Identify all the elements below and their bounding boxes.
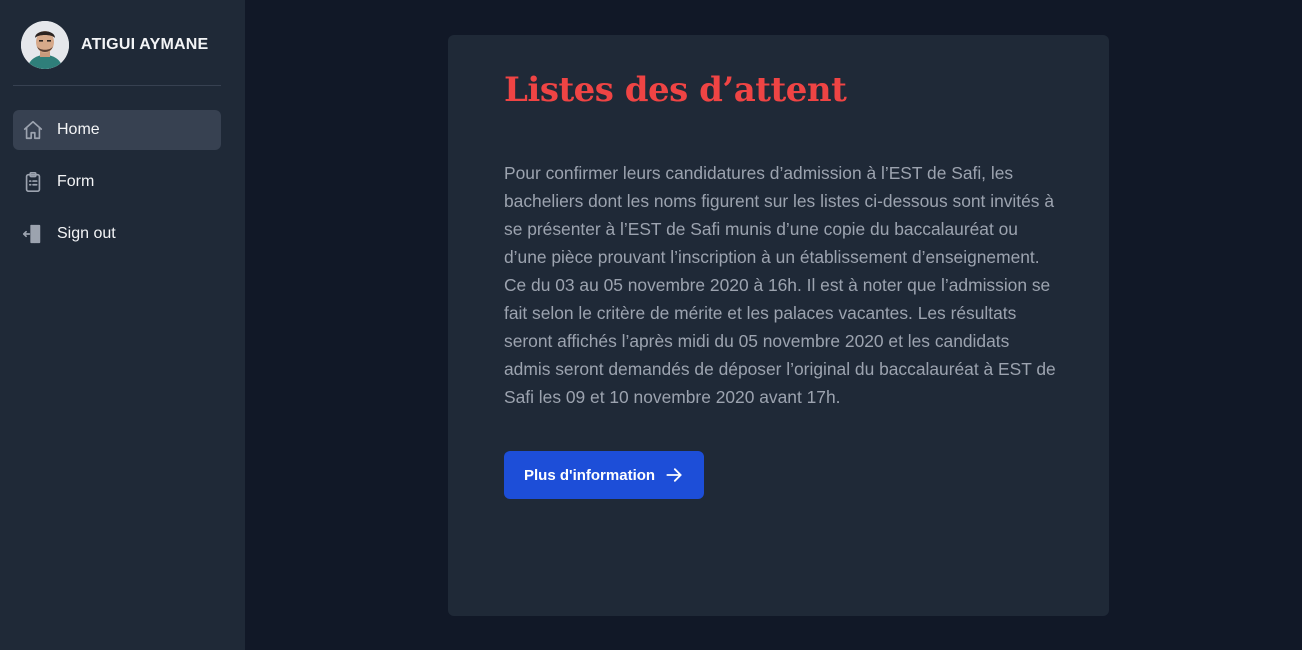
clipboard-list-icon [22,171,44,193]
sidebar-item-label: Form [57,173,95,190]
sidebar-item-sign-out[interactable]: Sign out [13,214,221,254]
sidebar-divider [13,85,221,86]
app: ATIGUI AYMANE Home Form Sign out Listes … [0,0,1302,650]
door-exit-icon [22,223,44,245]
info-paragraph: Pour confirmer leurs candidatures d’admi… [504,163,1056,407]
more-info-label: Plus d'information [524,466,656,484]
arrow-right-icon [664,465,684,485]
sidebar-item-label: Home [57,121,100,138]
sidebar-item-form[interactable]: Form [13,162,221,202]
more-info-button[interactable]: Plus d'information [504,451,705,499]
sidebar: ATIGUI AYMANE Home Form Sign out [0,0,245,650]
avatar [21,21,69,69]
info-card: Listes des d’attent Pour confirmer leurs… [448,35,1109,616]
home-icon [22,119,44,141]
user-profile: ATIGUI AYMANE [21,21,208,69]
user-name: ATIGUI AYMANE [81,36,209,53]
sidebar-item-home[interactable]: Home [13,110,221,150]
page-title: Listes des d’attent [504,70,847,110]
sidebar-item-label: Sign out [57,225,116,242]
